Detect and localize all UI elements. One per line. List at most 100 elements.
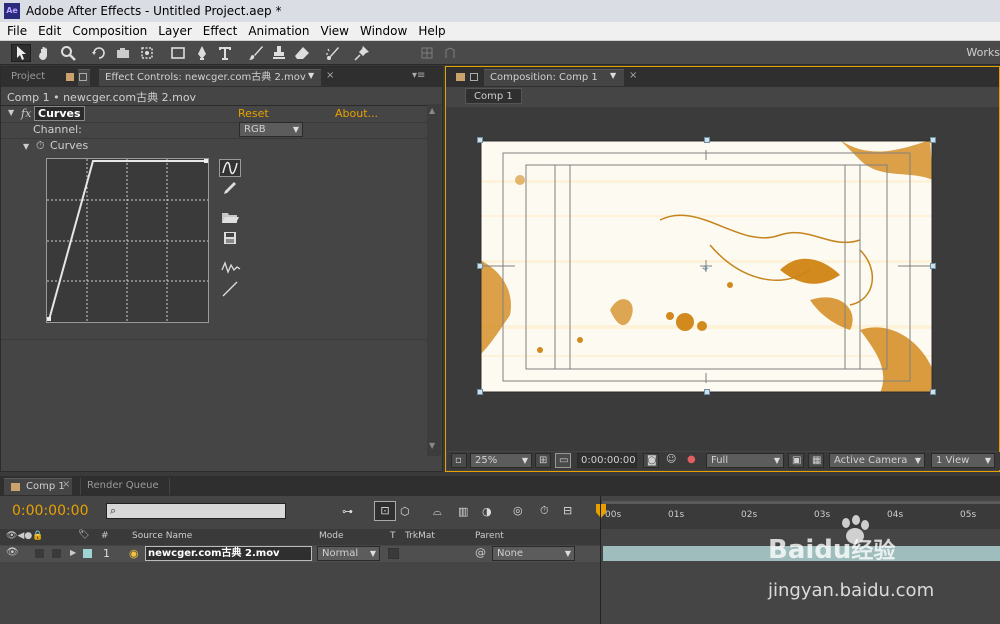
blend-mode-dropdown[interactable]: Normal — [317, 546, 380, 561]
reset-link[interactable]: Reset — [238, 107, 269, 120]
hide-shy-layers-icon[interactable]: ⌓ — [433, 505, 442, 519]
menu-effect[interactable]: Effect — [199, 24, 242, 38]
camera-tool-icon[interactable] — [113, 44, 133, 62]
pen-tool-icon[interactable] — [192, 44, 212, 62]
time-ruler[interactable]: 00s 01s 02s 03s 04s 05s — [600, 501, 1000, 529]
comp-nav-button[interactable]: Comp 1 — [465, 88, 522, 104]
menu-view[interactable]: View — [317, 24, 353, 38]
pencil-icon[interactable] — [222, 180, 238, 199]
roto-brush-tool-icon[interactable] — [323, 44, 343, 62]
auto-keyframe-icon[interactable]: ⏱ — [540, 504, 549, 518]
motion-blur-icon[interactable]: ◑ — [482, 505, 492, 518]
chevron-down-icon[interactable]: ▼ — [610, 71, 616, 80]
scroll-up-icon[interactable]: ▲ — [429, 106, 435, 115]
curve-point[interactable] — [204, 159, 208, 163]
world-axis-icon[interactable] — [440, 44, 460, 62]
graph-editor-icon[interactable]: ⊟ — [563, 504, 572, 517]
save-icon[interactable] — [223, 231, 237, 248]
workspace-label[interactable]: Works — [966, 46, 1000, 59]
pick-whip-icon[interactable]: @ — [475, 546, 486, 559]
layer-handle[interactable] — [930, 389, 936, 395]
panel-menu-icon[interactable]: ▾≡ — [412, 70, 425, 81]
tab-project[interactable]: Project — [5, 69, 51, 86]
work-area-bar[interactable] — [602, 501, 1000, 504]
rgb-channels-icon[interactable]: ● — [684, 453, 700, 468]
hand-tool-icon[interactable] — [35, 44, 55, 62]
zoom-tool-icon[interactable] — [58, 44, 78, 62]
live-update-icon[interactable]: ⊡ — [374, 501, 396, 521]
close-icon[interactable]: × — [326, 70, 334, 81]
stopwatch-icon[interactable]: ⏱ — [36, 139, 45, 153]
frame-blending-icon[interactable]: ▥ — [458, 505, 468, 518]
menu-window[interactable]: Window — [356, 24, 411, 38]
snapshot-icon[interactable]: ◙ — [643, 453, 659, 468]
close-icon[interactable]: × — [62, 479, 70, 490]
layer-name[interactable]: newcger.com古典 2.mov — [145, 546, 312, 561]
layer-handle[interactable] — [930, 263, 936, 269]
layer-row[interactable]: 👁 ▶ 1 ◉ newcger.com古典 2.mov Normal @ Non… — [0, 546, 600, 562]
menu-layer[interactable]: Layer — [154, 24, 195, 38]
pan-behind-tool-icon[interactable] — [137, 44, 157, 62]
tab-render-queue[interactable]: Render Queue — [80, 478, 170, 495]
layer-handle[interactable] — [704, 137, 710, 143]
bezier-curve-icon[interactable] — [219, 159, 241, 177]
expand-triangle-icon[interactable]: ▼ — [23, 142, 29, 151]
tab-effect-controls[interactable]: Effect Controls: newcger.com古典 2.mov — [99, 69, 321, 86]
anchor-point-icon[interactable]: ⌖ — [702, 261, 709, 276]
lock-icon[interactable] — [79, 73, 87, 81]
layer-handle[interactable] — [930, 137, 936, 143]
curve-point[interactable] — [47, 317, 51, 321]
layer-handle[interactable] — [477, 389, 483, 395]
parent-dropdown[interactable]: None — [492, 546, 575, 561]
reset-curve-icon[interactable] — [221, 281, 239, 300]
always-preview-icon[interactable]: ▫ — [451, 453, 467, 468]
axis-mode-icon[interactable] — [417, 44, 437, 62]
selection-tool-icon[interactable] — [11, 44, 31, 62]
menu-help[interactable]: Help — [414, 24, 449, 38]
magnification-dropdown[interactable]: 25% — [470, 453, 532, 468]
effect-name[interactable]: Curves — [34, 106, 85, 121]
layer-handle[interactable] — [704, 389, 710, 395]
lock-switch[interactable] — [52, 549, 61, 558]
chevron-down-icon[interactable]: ▼ — [308, 71, 314, 80]
preserve-transparency-switch[interactable] — [388, 548, 399, 559]
current-time[interactable]: 0:00:00:00 — [577, 453, 637, 468]
puppet-pin-tool-icon[interactable] — [352, 44, 372, 62]
channel-dropdown[interactable]: RGB — [239, 122, 303, 137]
view-layout-dropdown[interactable]: 1 View — [931, 453, 995, 468]
col-source-name[interactable]: Source Name — [132, 531, 192, 541]
menu-edit[interactable]: Edit — [34, 24, 65, 38]
open-folder-icon[interactable] — [221, 211, 239, 228]
mask-visibility-icon[interactable]: ▭ — [555, 453, 571, 468]
transparency-grid-icon[interactable]: ▦ — [808, 453, 824, 468]
title-safe-icon[interactable]: ⊞ — [535, 453, 551, 468]
menu-file[interactable]: File — [3, 24, 31, 38]
about-link[interactable]: About... — [335, 107, 378, 120]
lock-icon[interactable] — [470, 73, 478, 81]
clone-stamp-tool-icon[interactable] — [269, 44, 289, 62]
left-panel-scrollbar[interactable]: ▲ ▼ — [427, 104, 441, 456]
fx-badge[interactable]: fx — [21, 107, 31, 120]
composition-mini-flowchart-icon[interactable]: ⊶ — [342, 505, 353, 518]
eye-icon[interactable]: 👁 — [6, 547, 19, 558]
timeline-timecode[interactable]: 0:00:00:00 — [12, 503, 89, 519]
close-icon[interactable]: × — [629, 70, 637, 81]
layer-search-input[interactable]: ⌕ — [106, 503, 286, 519]
type-tool-icon[interactable] — [215, 44, 235, 62]
menu-animation[interactable]: Animation — [244, 24, 313, 38]
curves-graph[interactable] — [46, 158, 209, 323]
brush-tool-icon[interactable] — [246, 44, 266, 62]
scroll-down-icon[interactable]: ▼ — [429, 441, 435, 450]
smooth-icon[interactable] — [221, 261, 241, 278]
resolution-dropdown[interactable]: Full — [706, 453, 784, 468]
menu-composition[interactable]: Composition — [68, 24, 151, 38]
expand-triangle-icon[interactable]: ▼ — [8, 108, 14, 117]
brainstorm-icon[interactable]: ◎ — [513, 504, 523, 517]
show-snapshot-icon[interactable]: ☺ — [663, 453, 679, 468]
eraser-tool-icon[interactable] — [292, 44, 312, 62]
tab-composition[interactable]: Composition: Comp 1 — [484, 69, 624, 86]
rectangle-tool-icon[interactable] — [168, 44, 188, 62]
label-color-swatch[interactable] — [83, 549, 92, 558]
region-of-interest-icon[interactable]: ▣ — [788, 453, 804, 468]
rotation-tool-icon[interactable] — [89, 44, 109, 62]
